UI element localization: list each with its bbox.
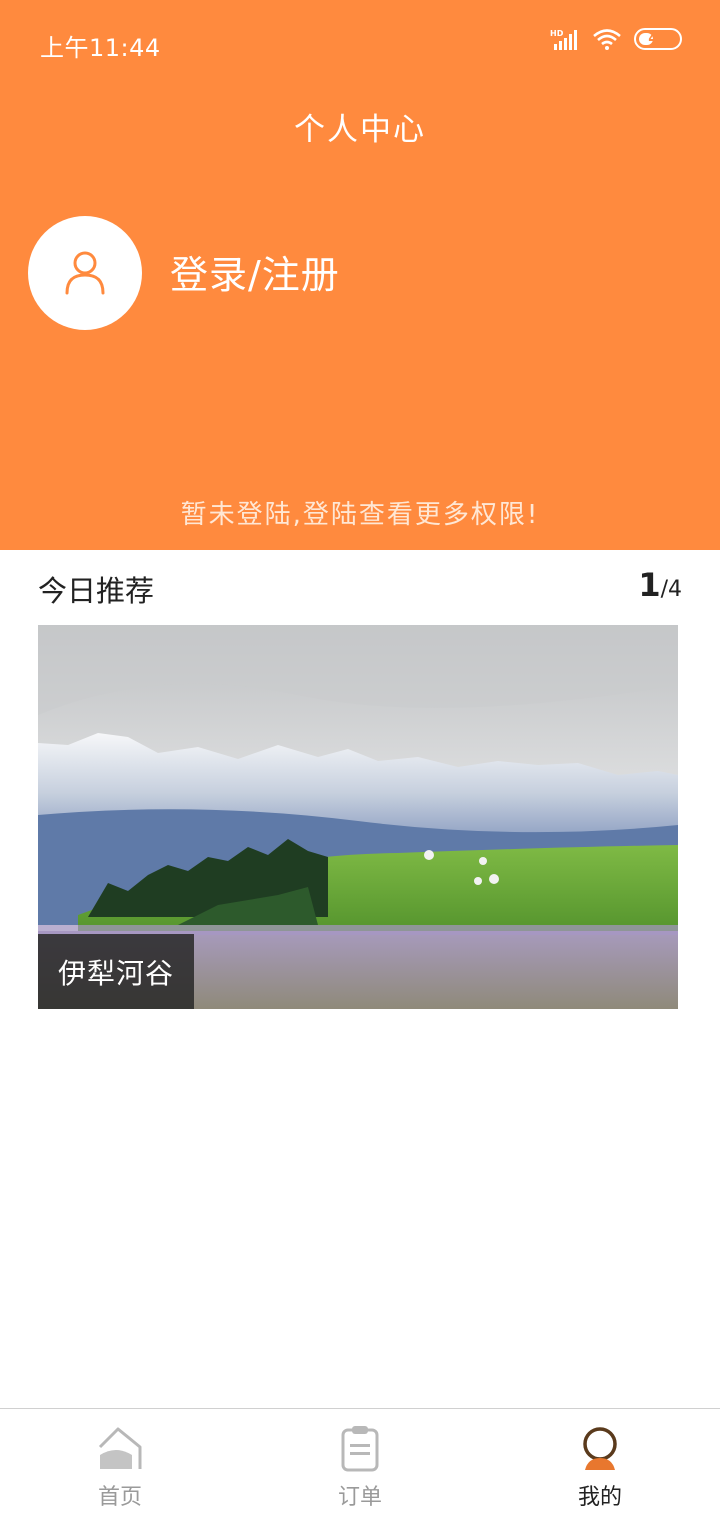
user-icon bbox=[65, 251, 105, 295]
banner-caption: 伊犁河谷 bbox=[38, 934, 194, 1009]
network-type-label: HD bbox=[550, 29, 564, 38]
tab-mine[interactable]: 我的 bbox=[480, 1409, 720, 1520]
pager-current: 1 bbox=[638, 566, 661, 604]
wifi-icon bbox=[593, 29, 621, 50]
battery-icon: 45 bbox=[634, 28, 682, 50]
tab-home-label: 首页 bbox=[97, 1485, 142, 1510]
battery-level: 45 bbox=[648, 31, 668, 47]
tab-home[interactable]: 首页 bbox=[0, 1409, 240, 1520]
banner-pager: 1/4 bbox=[638, 566, 682, 604]
signal-icon: HD bbox=[550, 29, 577, 50]
avatar[interactable] bbox=[28, 216, 142, 330]
login-hint: 暂未登陆,登陆查看更多权限! bbox=[180, 500, 540, 530]
status-time: 上午11:44 bbox=[40, 34, 161, 62]
status-bar: 上午11:44 HD 45 bbox=[0, 0, 720, 86]
tab-orders[interactable]: 订单 bbox=[240, 1409, 480, 1520]
profile-header: 上午11:44 HD 45 个人中心 登录/注册 暂未登陆,登陆查看更多权限! bbox=[0, 0, 720, 550]
status-icons: HD 45 bbox=[550, 28, 682, 50]
user-icon bbox=[580, 1423, 620, 1473]
pager-total: 4 bbox=[668, 577, 682, 602]
clipboard-icon bbox=[340, 1423, 380, 1473]
pager-separator: / bbox=[660, 577, 668, 602]
recommend-title: 今日推荐 bbox=[38, 574, 155, 608]
tab-orders-label: 订单 bbox=[337, 1485, 382, 1510]
bottom-tab-bar: 首页 订单 我的 bbox=[0, 1408, 720, 1520]
recommend-banner[interactable]: 伊犁河谷 bbox=[38, 625, 678, 1009]
page-title: 个人中心 bbox=[294, 112, 426, 148]
login-register-link[interactable]: 登录/注册 bbox=[170, 244, 340, 299]
tab-mine-label: 我的 bbox=[577, 1485, 622, 1510]
home-icon bbox=[96, 1423, 144, 1473]
